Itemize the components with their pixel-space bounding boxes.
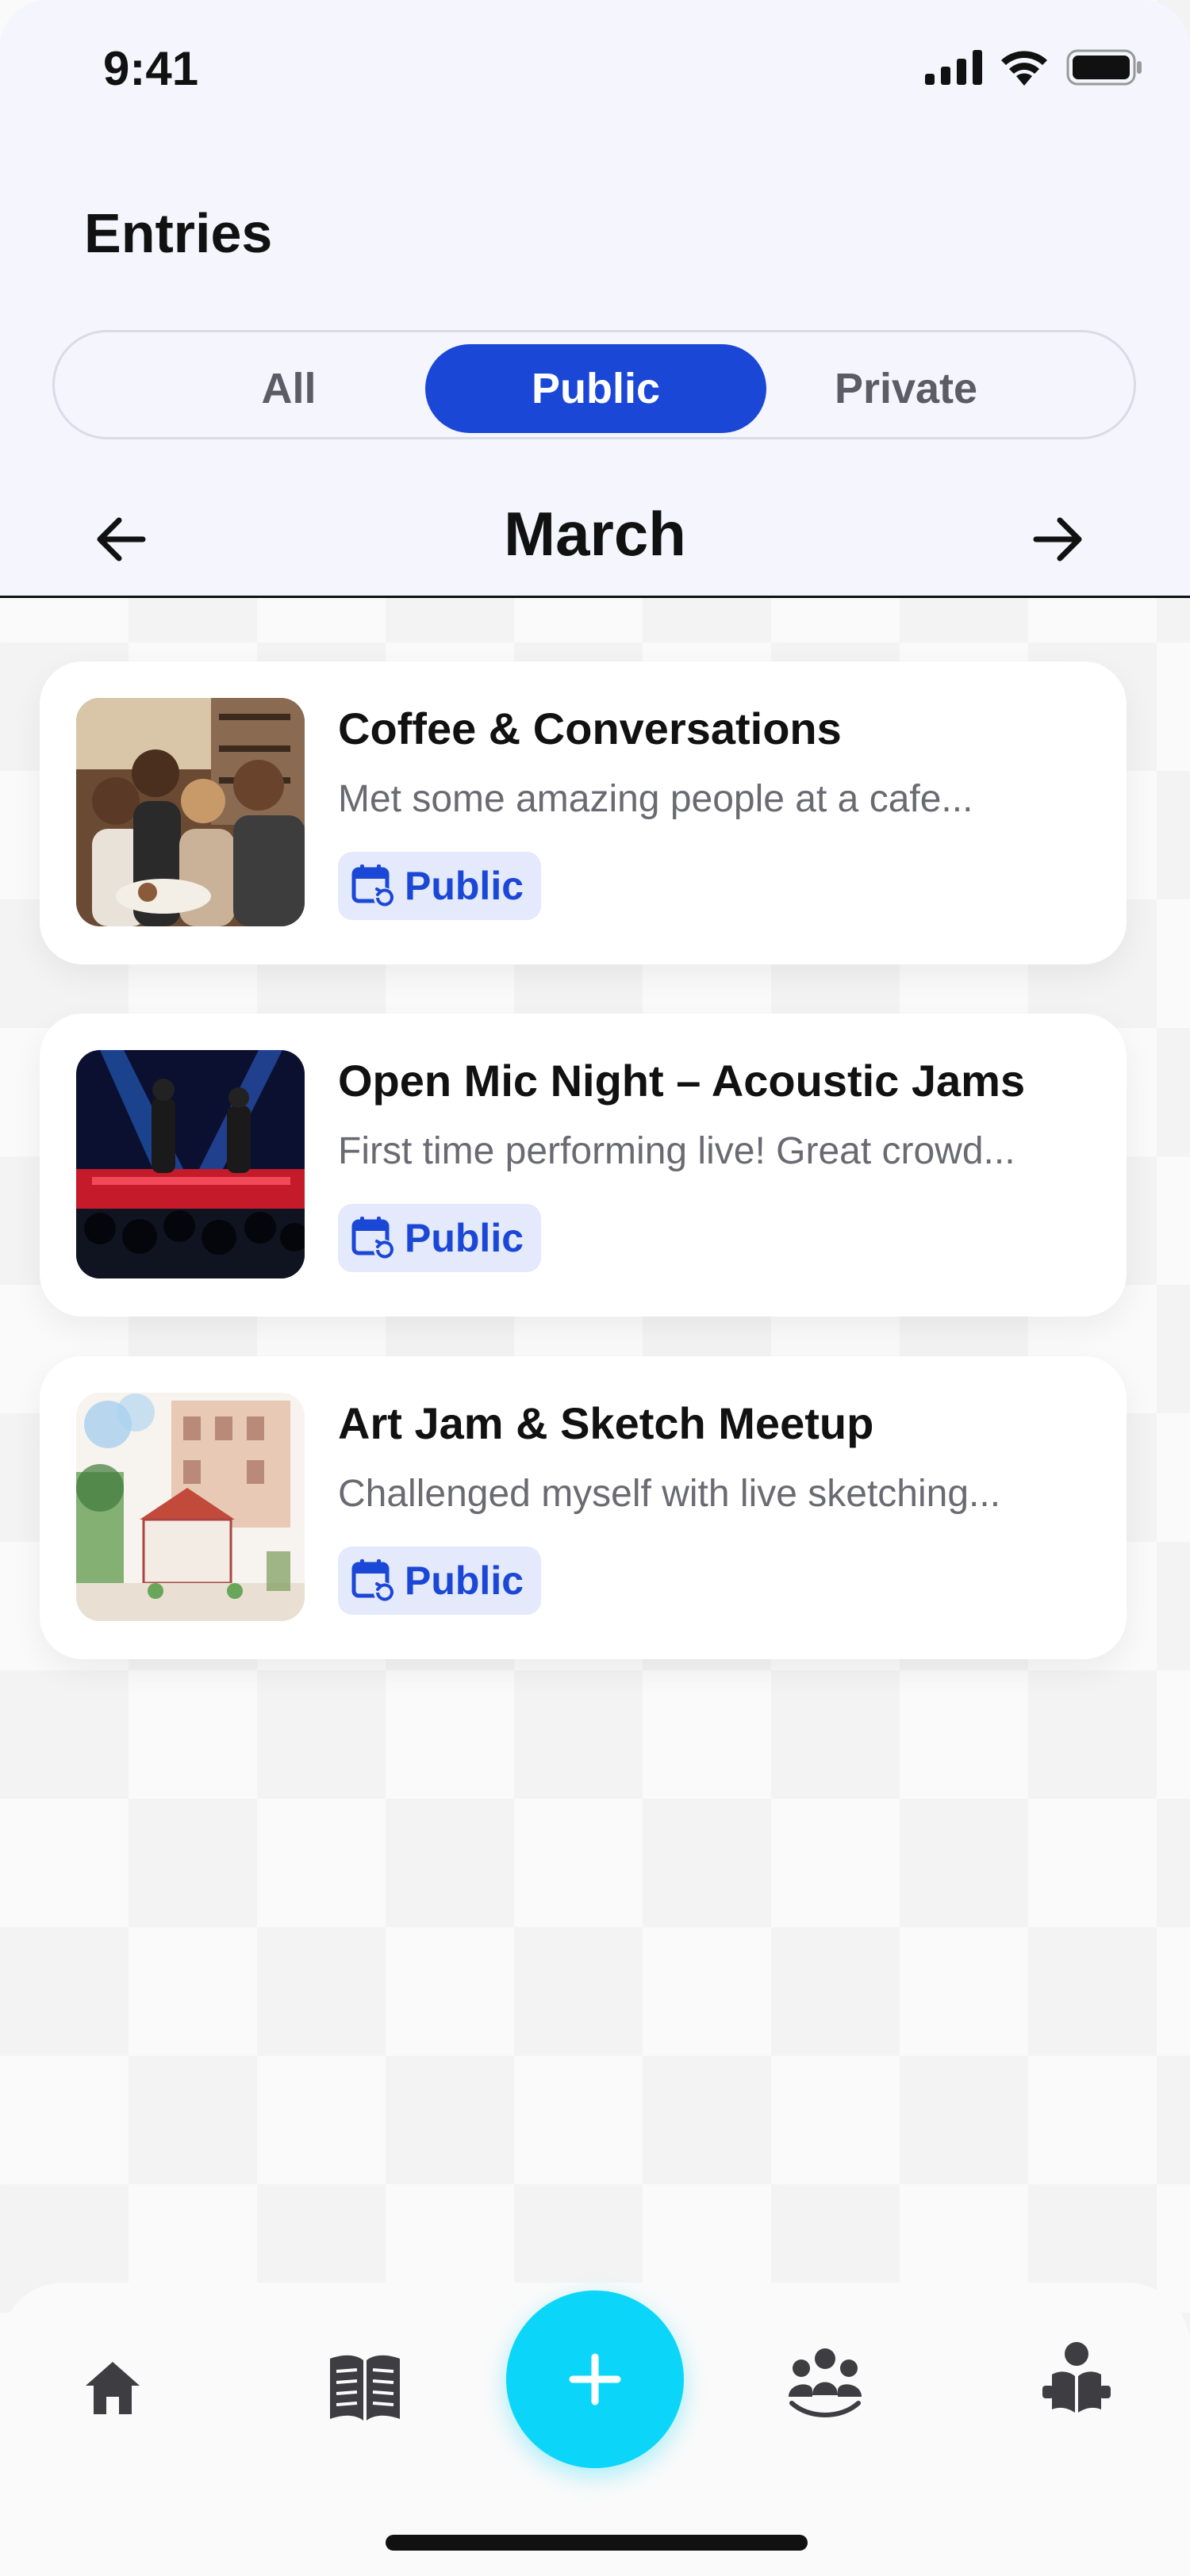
home-indicator	[386, 2535, 808, 2551]
entry-description: First time performing live! Great crowd.…	[338, 1130, 1015, 1172]
visibility-badge: Public	[338, 1547, 541, 1615]
calendar-repeat-icon	[351, 864, 394, 908]
entry-thumbnail	[76, 698, 305, 926]
month-navigation: March	[0, 492, 1190, 587]
entry-description: Met some amazing people at a cafe...	[338, 778, 973, 820]
entry-title: Art Jam & Sketch Meetup	[338, 1398, 874, 1448]
calendar-repeat-icon	[351, 1559, 394, 1603]
badge-label: Public	[405, 864, 524, 908]
add-entry-button[interactable]	[506, 2290, 684, 2468]
entry-title: Coffee & Conversations	[338, 703, 842, 753]
entry-thumbnail	[76, 1393, 305, 1621]
community-icon[interactable]	[785, 2346, 865, 2417]
reader-icon[interactable]	[1041, 2340, 1112, 2419]
filter-segmented-control: All Public Private	[52, 330, 1136, 439]
tab-public[interactable]: Public	[425, 344, 766, 433]
entry-card[interactable]: Open Mic Night – Acoustic Jams First tim…	[40, 1014, 1127, 1317]
entry-title: Open Mic Night – Acoustic Jams	[338, 1056, 1026, 1106]
home-icon[interactable]	[83, 2359, 143, 2416]
status-icons	[925, 49, 1142, 86]
tab-all[interactable]: All	[118, 344, 459, 433]
tab-private[interactable]: Private	[735, 344, 1077, 433]
signal-icon	[925, 50, 982, 85]
badge-label: Public	[405, 1216, 524, 1260]
entry-card[interactable]: Art Jam & Sketch Meetup Challenged mysel…	[40, 1356, 1127, 1659]
visibility-badge: Public	[338, 852, 541, 920]
entry-description: Challenged myself with live sketching...	[338, 1473, 1001, 1515]
month-label: March	[504, 499, 686, 569]
visibility-badge: Public	[338, 1204, 541, 1272]
status-time: 9:41	[103, 42, 199, 95]
arrow-right-icon[interactable]	[1028, 509, 1088, 569]
battery-icon	[1066, 49, 1142, 86]
add-icon	[569, 2353, 621, 2405]
entry-thumbnail	[76, 1050, 305, 1278]
journal-icon[interactable]	[325, 2349, 405, 2425]
entry-card[interactable]: Coffee & Conversations Met some amazing …	[40, 661, 1127, 964]
page-title: Entries	[84, 202, 273, 264]
badge-label: Public	[405, 1558, 524, 1603]
header-divider	[0, 596, 1190, 598]
wifi-icon	[1001, 51, 1047, 86]
calendar-repeat-icon	[351, 1217, 394, 1260]
